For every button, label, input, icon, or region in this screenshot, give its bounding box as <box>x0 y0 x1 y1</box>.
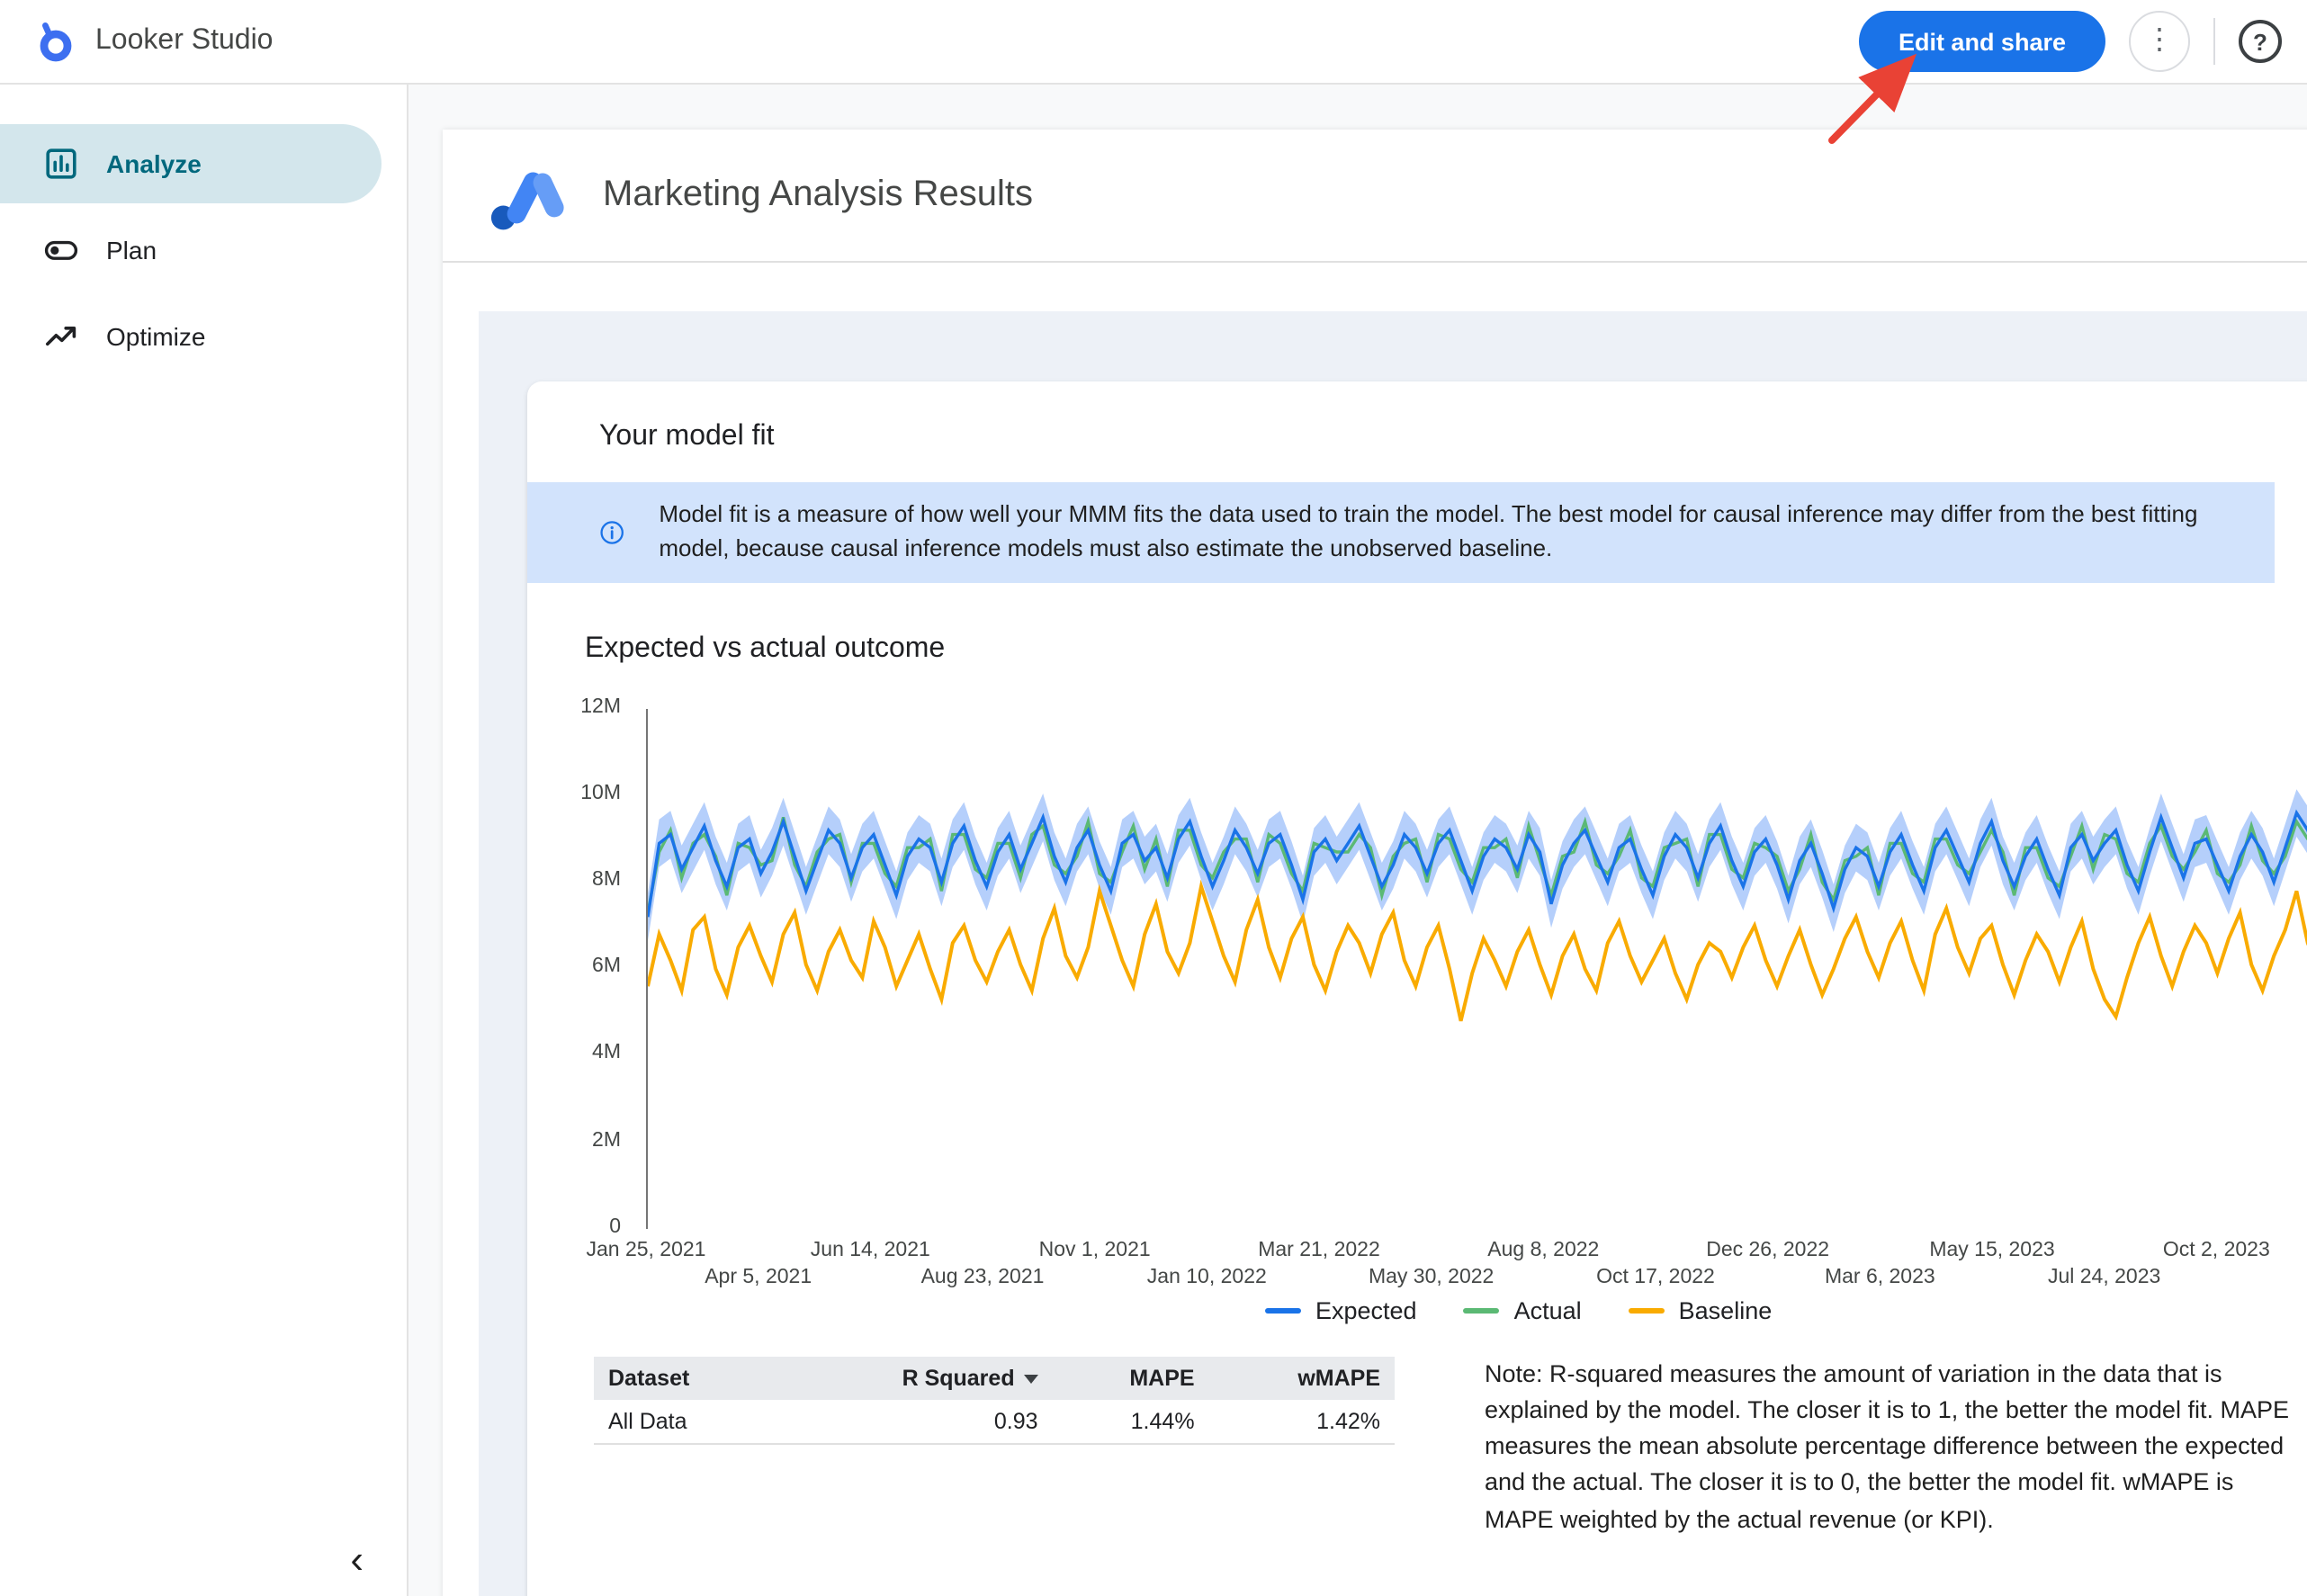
y-tick-label: 4M <box>527 1043 621 1064</box>
x-tick-label: Dec <box>2248 1266 2307 1287</box>
x-tick-label: Oct 2, 2023 <box>2135 1239 2297 1260</box>
sidebar-item-analyze[interactable]: Analyze <box>0 124 382 203</box>
y-tick-label: 0 <box>527 1215 621 1237</box>
x-tick-label: Apr 5, 2021 <box>678 1266 839 1287</box>
chart-title: Expected vs actual outcome <box>585 632 2307 665</box>
help-icon: ? <box>2253 30 2267 53</box>
report-page: Marketing Analysis Results Your model fi… <box>443 130 2307 1596</box>
chart-svg <box>648 708 2307 1228</box>
cell-mape: 1.44% <box>1053 1399 1209 1443</box>
x-tick-label: Nov 1, 2021 <box>1014 1239 1176 1260</box>
y-tick-label: 6M <box>527 955 621 977</box>
topbar-divider <box>2213 18 2215 65</box>
table-empty-area <box>594 1444 1395 1596</box>
model-fit-card: Your model fit Model fit is a measure of… <box>527 381 2307 1596</box>
x-tick-label: May 30, 2022 <box>1351 1266 1513 1287</box>
x-tick-label: Aug 23, 2021 <box>902 1266 1064 1287</box>
column-header-mape[interactable]: MAPE <box>1053 1356 1209 1399</box>
legend-item-expected: Expected <box>1265 1296 1417 1323</box>
sidebar: Analyze Plan Optimize ‹ <box>0 85 408 1596</box>
y-tick-label: 10M <box>527 783 621 804</box>
brand: Looker Studio <box>32 20 273 63</box>
sidebar-item-label: Plan <box>106 236 157 265</box>
cell-rsquared: 0.93 <box>777 1399 1052 1443</box>
y-tick-label: 12M <box>527 695 621 717</box>
model-fit-table: Dataset R Squared MAPE wMAPE All <box>594 1356 1395 1596</box>
kebab-icon: ⋮ <box>2145 27 2174 56</box>
help-button[interactable]: ? <box>2239 20 2282 63</box>
info-icon <box>599 513 624 552</box>
expected-vs-actual-chart: 0 2M 4M 6M 8M 10M 12M Expected <box>527 690 2307 1356</box>
main-area[interactable]: Marketing Analysis Results Your model fi… <box>408 85 2307 1596</box>
column-header-wmape[interactable]: wMAPE <box>1209 1356 1395 1399</box>
sort-desc-icon <box>1024 1375 1038 1384</box>
x-tick-label: Jun 14, 2021 <box>789 1239 951 1260</box>
report-section: Your model fit Model fit is a measure of… <box>479 311 2307 1596</box>
looker-studio-logo <box>32 20 76 63</box>
info-banner-text: Model fit is a measure of how well your … <box>659 498 2231 566</box>
chart-plot-area <box>646 708 2307 1228</box>
x-tick-label: Aug 8, 2022 <box>1462 1239 1624 1260</box>
x-tick-label: May 15, 2023 <box>1911 1239 2073 1260</box>
legend-swatch <box>1464 1307 1500 1313</box>
app-title: Looker Studio <box>95 25 273 58</box>
column-header-rsquared[interactable]: R Squared <box>777 1356 1052 1399</box>
column-header-dataset[interactable]: Dataset <box>594 1356 777 1399</box>
y-tick-label: 2M <box>527 1129 621 1151</box>
chevron-left-icon: ‹ <box>350 1537 364 1582</box>
table-header-row: Dataset R Squared MAPE wMAPE <box>594 1356 1395 1399</box>
app-window: Looker Studio Edit and share ⋮ ? Analyze <box>0 0 2307 1596</box>
legend-label: Expected <box>1315 1296 1417 1323</box>
cell-wmape: 1.42% <box>1209 1399 1395 1443</box>
chart-legend: Expected Actual Baseline <box>1265 1296 1772 1323</box>
x-tick-label: Jan 10, 2022 <box>1126 1266 1288 1287</box>
legend-label: Actual <box>1514 1296 1582 1323</box>
sidebar-item-label: Optimize <box>106 322 205 351</box>
legend-item-actual: Actual <box>1464 1296 1582 1323</box>
x-tick-label: Mar 21, 2022 <box>1238 1239 1400 1260</box>
x-tick-label: Mar 6, 2023 <box>1799 1266 1961 1287</box>
x-tick-label: Oct 17, 2022 <box>1575 1266 1737 1287</box>
x-tick-label: Jan 25, 2021 <box>565 1239 727 1260</box>
legend-item-baseline: Baseline <box>1629 1296 1773 1323</box>
table-row: All Data 0.93 1.44% 1.42% <box>594 1399 1395 1443</box>
metrics-note: Note: R-squared measures the amount of v… <box>1485 1356 2289 1596</box>
meridian-logo <box>489 157 572 233</box>
report-header: Marketing Analysis Results <box>443 130 2307 263</box>
cell-dataset: All Data <box>594 1399 777 1443</box>
topbar: Looker Studio Edit and share ⋮ ? <box>0 0 2307 85</box>
y-tick-label: 8M <box>527 869 621 891</box>
sidebar-item-label: Analyze <box>106 149 202 178</box>
info-banner: Model fit is a measure of how well your … <box>527 482 2275 582</box>
page-title: Marketing Analysis Results <box>603 175 1033 216</box>
x-tick-label: Jul 24, 2023 <box>2024 1266 2186 1287</box>
metrics-row: Dataset R Squared MAPE wMAPE All <box>594 1356 2307 1596</box>
legend-swatch <box>1265 1307 1301 1313</box>
y-axis-labels: 0 2M 4M 6M 8M 10M 12M <box>527 690 635 1248</box>
edit-and-share-button[interactable]: Edit and share <box>1859 11 2105 72</box>
legend-swatch <box>1629 1307 1665 1313</box>
toggle-icon <box>43 232 79 268</box>
chart-box-icon <box>43 146 79 182</box>
legend-label: Baseline <box>1679 1296 1773 1323</box>
sidebar-item-plan[interactable]: Plan <box>0 211 382 290</box>
card-title: Your model fit <box>527 381 2307 482</box>
more-options-button[interactable]: ⋮ <box>2129 11 2190 72</box>
app-body: Analyze Plan Optimize ‹ <box>0 85 2307 1596</box>
collapse-sidebar-button[interactable]: ‹ <box>339 1538 374 1582</box>
sidebar-item-optimize[interactable]: Optimize <box>0 297 382 376</box>
x-tick-label: Dec 26, 2022 <box>1687 1239 1849 1260</box>
trending-up-icon <box>43 318 79 354</box>
